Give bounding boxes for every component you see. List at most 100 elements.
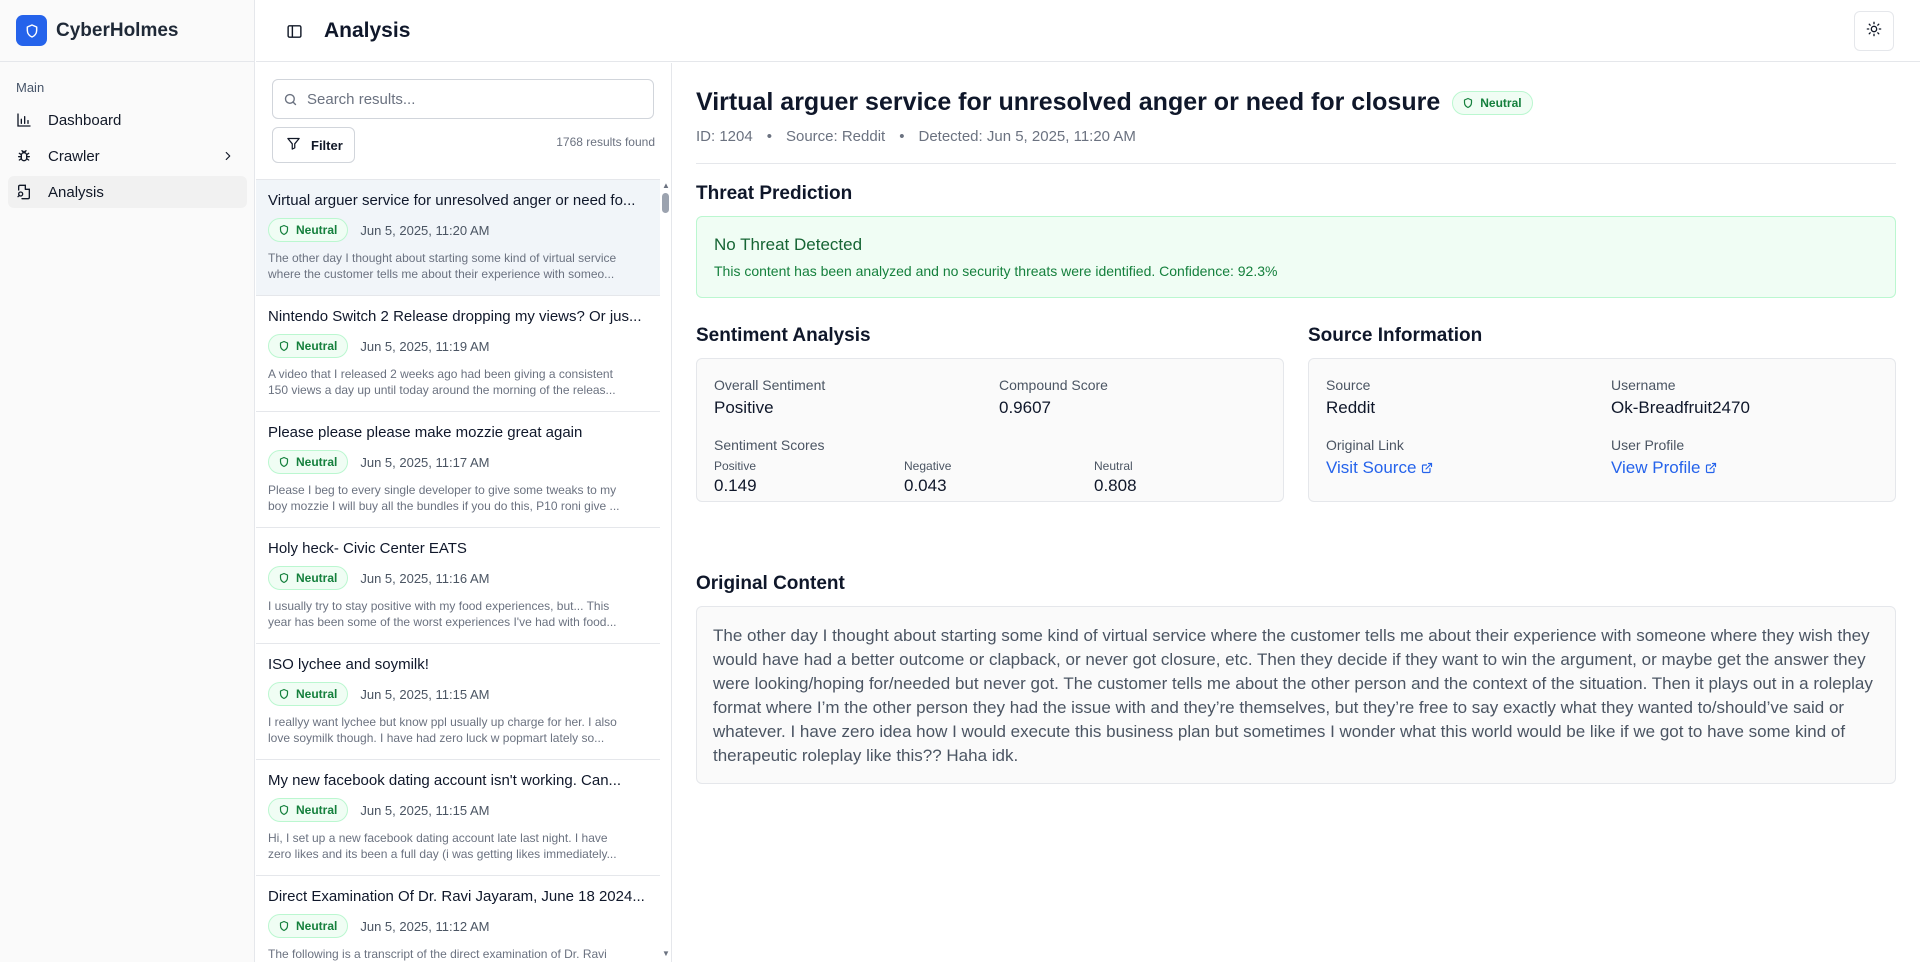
shield-icon — [1464, 97, 1473, 108]
negative-score-value: 0.043 — [904, 476, 947, 495]
shield-icon — [279, 572, 289, 584]
overall-sentiment-label: Overall Sentiment — [714, 377, 826, 393]
username-value: Ok-Breadfruit2470 — [1611, 398, 1750, 417]
result-title: Please please please make mozzie great a… — [268, 424, 583, 441]
positive-score-value: 0.149 — [714, 476, 757, 495]
result-title: My new facebook dating account isn't wor… — [268, 772, 622, 789]
page-title: Analysis — [324, 19, 411, 42]
compound-score-value: 0.9607 — [999, 398, 1051, 417]
threat-prediction-heading: Threat Prediction — [696, 183, 853, 204]
shield-icon — [279, 804, 289, 816]
sidebar-toggle-icon[interactable] — [284, 21, 304, 41]
status-badge: Neutral — [268, 914, 349, 938]
external-link-icon — [1706, 462, 1717, 474]
scroll-up-arrow-icon[interactable]: ▲ — [662, 182, 670, 190]
result-date: Jun 5, 2025, 11:15 AM — [360, 686, 490, 702]
status-badge: Neutral — [268, 682, 349, 706]
username-label: Username — [1611, 377, 1676, 393]
sidebar: CyberHolmes Main Dashboard Crawler Analy… — [0, 0, 255, 962]
results-scrollbar[interactable]: ▲ ▼ — [660, 179, 671, 962]
result-snippet: Please I beg to every single developer t… — [268, 483, 620, 513]
detail-meta: ID: 1204 • Source: Reddit • Detected: Ju… — [696, 128, 1136, 145]
negative-score-label: Negative — [904, 459, 952, 473]
divider — [696, 163, 1896, 164]
shield-icon — [279, 456, 289, 468]
sidebar-item-analysis[interactable]: Analysis — [8, 176, 247, 208]
user-profile-label: User Profile — [1611, 437, 1685, 453]
status-badge: Neutral — [1452, 90, 1533, 115]
search-input[interactable] — [307, 90, 647, 108]
detail-id: ID: 1204 — [696, 128, 753, 145]
results-count: 1768 results found — [556, 135, 655, 149]
source-info-card: Source Reddit Username Ok-Breadfruit2470… — [1308, 358, 1896, 502]
chevron-right-icon — [221, 149, 235, 167]
source-information-heading: Source Information — [1308, 325, 1483, 346]
sidebar-item-crawler[interactable]: Crawler — [8, 140, 247, 172]
result-snippet: The following is a transcript of the dir… — [268, 947, 607, 961]
detail-source: Source: Reddit — [785, 128, 886, 145]
meta-separator: • — [899, 128, 905, 145]
results-panel: Filter 1768 results found Virtual arguer… — [256, 63, 672, 962]
result-snippet: A video that I released 2 weeks ago had … — [268, 367, 616, 397]
status-badge: Neutral — [268, 334, 349, 358]
sidebar-item-dashboard[interactable]: Dashboard — [8, 104, 247, 136]
result-title: Virtual arguer service for unresolved an… — [268, 192, 636, 209]
top-bar: Analysis — [256, 0, 1920, 62]
external-link-icon — [1422, 462, 1433, 474]
original-content-heading: Original Content — [696, 573, 845, 594]
original-link-label: Original Link — [1326, 437, 1404, 453]
status-badge: Neutral — [268, 798, 349, 822]
meta-separator: • — [766, 128, 772, 145]
result-title: Holy heck- Civic Center EATS — [268, 540, 467, 557]
filter-label: Filter — [311, 137, 343, 153]
sentiment-analysis-heading: Sentiment Analysis — [696, 325, 871, 346]
detail-detected: Detected: Jun 5, 2025, 11:20 AM — [918, 128, 1136, 145]
result-snippet: I usually try to stay positive with my f… — [268, 599, 617, 629]
status-badge: Neutral — [268, 566, 349, 590]
detail-title: Virtual arguer service for unresolved an… — [696, 88, 1441, 116]
scroll-down-arrow-icon[interactable]: ▼ — [662, 950, 670, 958]
shield-icon — [279, 920, 289, 932]
result-item[interactable]: Virtual arguer service for unresolved an… — [256, 180, 661, 296]
neutral-score-value: 0.808 — [1094, 476, 1137, 495]
sentiment-scores-label: Sentiment Scores — [714, 437, 825, 453]
shield-icon — [279, 340, 289, 352]
brand[interactable]: CyberHolmes — [0, 0, 254, 62]
sentiment-card: Overall Sentiment Positive Compound Scor… — [696, 358, 1284, 502]
search-box[interactable] — [272, 79, 654, 119]
result-title: Direct Examination Of Dr. Ravi Jayaram, … — [268, 888, 645, 905]
result-item[interactable]: My new facebook dating account isn't wor… — [256, 760, 661, 876]
threat-status-title: No Threat Detected — [714, 235, 863, 254]
nav-section-label: Main — [16, 80, 45, 95]
result-item[interactable]: ISO lychee and soymilk! Neutral Jun 5, 2… — [256, 644, 661, 760]
shield-logo-icon — [16, 15, 47, 46]
detail-panel: Virtual arguer service for unresolved an… — [672, 63, 1920, 962]
filter-button[interactable]: Filter — [272, 127, 355, 163]
result-date: Jun 5, 2025, 11:19 AM — [360, 338, 490, 354]
result-date: Jun 5, 2025, 11:15 AM — [360, 802, 490, 818]
bar-chart-icon — [16, 112, 32, 128]
results-list: Virtual arguer service for unresolved an… — [256, 179, 661, 962]
original-content-box: The other day I thought about starting s… — [696, 606, 1896, 784]
visit-source-link[interactable]: Visit Source — [1326, 458, 1433, 478]
source-value: Reddit — [1326, 398, 1376, 417]
filter-icon — [286, 136, 301, 154]
source-label: Source — [1326, 377, 1371, 393]
status-badge: Neutral — [268, 450, 349, 474]
neutral-score-label: Neutral — [1094, 459, 1133, 473]
result-date: Jun 5, 2025, 11:12 AM — [360, 918, 490, 934]
sidebar-item-label: Analysis — [48, 183, 104, 201]
scrollbar-thumb[interactable] — [662, 193, 669, 213]
search-icon — [283, 91, 299, 107]
theme-toggle-button[interactable] — [1854, 11, 1894, 51]
result-item[interactable]: Direct Examination Of Dr. Ravi Jayaram, … — [256, 876, 661, 962]
sun-icon — [1866, 21, 1882, 42]
app-name: CyberHolmes — [56, 19, 179, 41]
result-snippet: Hi, I set up a new facebook dating accou… — [268, 831, 617, 861]
result-snippet: The other day I thought about starting s… — [268, 251, 617, 281]
result-item[interactable]: Holy heck- Civic Center EATS Neutral Jun… — [256, 528, 661, 644]
result-title: ISO lychee and soymilk! — [268, 656, 429, 673]
result-item[interactable]: Please please please make mozzie great a… — [256, 412, 661, 528]
result-item[interactable]: Nintendo Switch 2 Release dropping my vi… — [256, 296, 661, 412]
view-profile-link[interactable]: View Profile — [1611, 458, 1717, 478]
